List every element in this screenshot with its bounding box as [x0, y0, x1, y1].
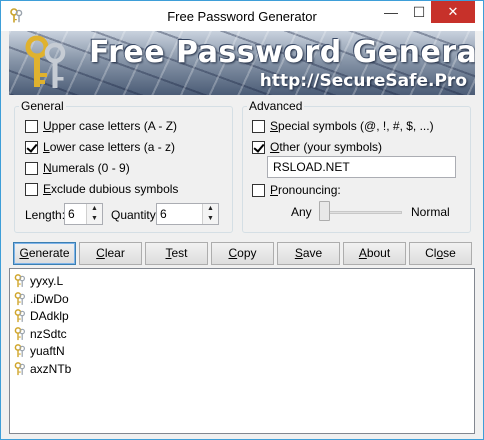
lower-case-label: Lower case letters (a - z) — [43, 140, 176, 154]
list-item[interactable]: axzNTb — [14, 361, 71, 377]
maximize-button[interactable]: ☐ — [405, 1, 433, 23]
list-item[interactable]: nzSdtc — [14, 326, 67, 342]
special-symbols-box[interactable] — [252, 119, 265, 133]
general-legend: General — [21, 99, 64, 113]
upper-case-label: Upper case letters (A - Z) — [43, 119, 178, 133]
length-input[interactable] — [65, 204, 87, 224]
minimize-button[interactable]: — — [377, 1, 405, 23]
list-item[interactable]: DAdklp — [14, 308, 69, 324]
exclude-dubious-label: Exclude dubious symbols — [43, 182, 179, 196]
other-symbols-checkbox[interactable]: Other (your symbols) — [252, 140, 382, 154]
password-text: .iDwDo — [30, 291, 69, 306]
exclude-dubious-box[interactable] — [25, 182, 38, 196]
banner-title: Free Password Generator — [89, 35, 475, 70]
length-spinner[interactable]: ▲ ▼ — [64, 203, 103, 225]
up-arrow-icon[interactable]: ▲ — [87, 204, 102, 214]
quantity-label: Quantity: — [111, 208, 160, 222]
key-icon — [14, 274, 26, 288]
lower-case-checkbox[interactable]: Lower case letters (a - z) — [25, 140, 175, 154]
password-text: yuaftN — [30, 344, 65, 358]
key-icon — [14, 309, 26, 323]
other-symbols-label: Other (your symbols) — [270, 140, 383, 154]
list-item[interactable]: yyxy.L — [14, 273, 63, 289]
password-text: DAdklp — [30, 309, 69, 323]
password-text: axzNTb — [30, 361, 72, 376]
slider-max-label: Normal — [411, 205, 450, 219]
key-icon — [14, 291, 26, 306]
password-text: yyxy.L — [30, 274, 64, 288]
other-symbols-input[interactable]: RSLOAD.NET — [267, 156, 456, 178]
exclude-dubious-checkbox[interactable]: Exclude dubious symbols — [25, 182, 178, 196]
pronouncing-checkbox[interactable]: Pronouncing: — [252, 183, 341, 197]
key-icon — [14, 361, 26, 376]
numerals-label: Numerals (0 - 9) — [43, 161, 130, 175]
list-item[interactable]: yuaftN — [14, 343, 65, 359]
main-window: Free Password Generator — ☐ ✕ Free Passw… — [0, 0, 484, 440]
lower-case-box[interactable] — [25, 140, 38, 154]
quantity-spinner[interactable]: ▲ ▼ — [156, 203, 219, 225]
key-icon — [14, 326, 26, 341]
numerals-box[interactable] — [25, 161, 38, 175]
list-item[interactable]: .iDwDo — [14, 291, 69, 307]
about-button[interactable]: About — [343, 242, 406, 265]
title-bar[interactable]: Free Password Generator — ☐ ✕ — [1, 1, 483, 31]
pronouncing-slider-thumb[interactable] — [319, 201, 330, 221]
pronouncing-slider-track[interactable] — [319, 211, 402, 214]
keys-icon — [25, 35, 66, 88]
other-symbols-box[interactable] — [252, 140, 265, 154]
quantity-input[interactable] — [157, 204, 203, 224]
close-button[interactable]: Close — [409, 242, 472, 265]
key-icon — [14, 344, 26, 358]
banner-url: http://SecureSafe.Pro — [259, 71, 467, 91]
down-arrow-icon[interactable]: ▼ — [203, 214, 218, 224]
upper-case-checkbox[interactable]: Upper case letters (A - Z) — [25, 119, 177, 133]
up-arrow-icon[interactable]: ▲ — [203, 204, 218, 214]
test-button[interactable]: Test — [145, 242, 208, 265]
advanced-legend: Advanced — [249, 99, 303, 113]
close-window-button[interactable]: ✕ — [431, 1, 475, 23]
clear-button[interactable]: Clear — [79, 242, 142, 265]
slider-min-label: Any — [291, 205, 312, 219]
down-arrow-icon[interactable]: ▼ — [87, 214, 102, 224]
password-text: nzSdtc — [30, 326, 67, 341]
numerals-checkbox[interactable]: Numerals (0 - 9) — [25, 161, 130, 175]
length-arrows[interactable]: ▲ ▼ — [86, 204, 102, 224]
header-banner: Free Password Generator http://SecureSaf… — [9, 31, 475, 95]
copy-button[interactable]: Copy — [211, 242, 274, 265]
pronouncing-box[interactable] — [252, 183, 265, 197]
pronouncing-label: Pronouncing: — [270, 183, 341, 197]
special-symbols-label: Special symbols (@, !, #, $, ...) — [270, 119, 434, 133]
generate-button[interactable]: Generate — [13, 242, 76, 265]
save-button[interactable]: Save — [277, 242, 340, 265]
upper-case-box[interactable] — [25, 119, 38, 133]
password-list[interactable]: yyxy.L .iDwDo DAdklp nzSdtc yuaftN axzNTb — [9, 268, 475, 434]
length-label: Length: — [25, 208, 66, 222]
special-symbols-checkbox[interactable]: Special symbols (@, !, #, $, ...) — [252, 119, 434, 133]
quantity-arrows[interactable]: ▲ ▼ — [202, 204, 218, 224]
